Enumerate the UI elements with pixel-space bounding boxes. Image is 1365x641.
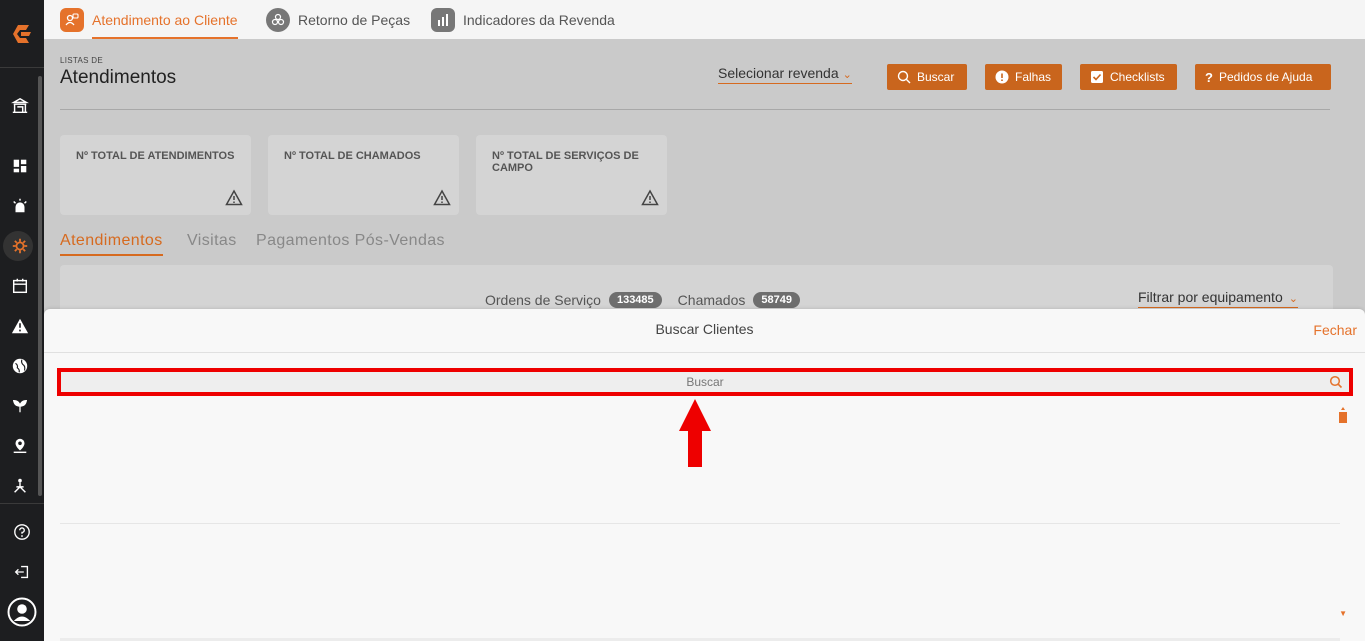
- location-pin-icon: [13, 438, 27, 454]
- calls-badge: 58749: [753, 292, 800, 308]
- chevron-down-icon: ⌄: [842, 69, 852, 81]
- search-clients-modal: Buscar Clientes Fechar ▼: [44, 309, 1365, 641]
- help-icon: [14, 524, 30, 540]
- tab-dealer-indicators[interactable]: Indicadores da Revenda: [431, 0, 615, 39]
- sidebar-item-globe[interactable]: [0, 350, 40, 382]
- logo-icon: [13, 24, 31, 43]
- help-requests-button[interactable]: ? Pedidos de Ajuda: [1195, 64, 1331, 90]
- sidebar-divider: [0, 503, 44, 504]
- service-orders-badge: 133485: [608, 292, 662, 308]
- select-dealer-label: Selecionar revenda: [718, 65, 839, 81]
- modal-title: Buscar Clientes: [655, 321, 754, 337]
- logout-icon: [14, 565, 29, 579]
- search-icon[interactable]: [1329, 375, 1343, 389]
- question-mark-icon: ?: [1205, 69, 1213, 85]
- globe-icon: [12, 358, 28, 374]
- modal-header: Buscar Clientes Fechar: [44, 309, 1365, 353]
- sidebar-item-help[interactable]: [2, 516, 42, 548]
- tab-customer-service[interactable]: Atendimento ao Cliente: [60, 0, 238, 39]
- header-divider: [60, 109, 1330, 110]
- tab-label: Retorno de Peças: [298, 11, 411, 28]
- sidebar-item-network[interactable]: [0, 470, 40, 502]
- scroll-down-arrow-icon[interactable]: ▼: [1339, 609, 1347, 618]
- chevron-down-icon: ⌄: [1288, 293, 1298, 305]
- subtab-pagamentos[interactable]: Pagamentos Pós-Vendas: [256, 232, 445, 250]
- alarm-icon: [13, 198, 27, 213]
- filter-equipment-label: Filtrar por equipamento: [1138, 289, 1283, 305]
- stat-card-label: Nº TOTAL DE SERVIÇOS DE CAMPO: [492, 150, 639, 174]
- support-agent-icon: [60, 7, 84, 32]
- count-row: Ordens de Serviço 133485 Chamados 58749: [485, 292, 800, 308]
- stat-card-label: Nº TOTAL DE ATENDIMENTOS: [76, 150, 235, 162]
- stat-card-total-services: Nº TOTAL DE ATENDIMENTOS: [60, 135, 251, 215]
- sidebar-item-dashboard[interactable]: [0, 150, 40, 182]
- sidebar: [0, 0, 44, 641]
- sidebar-item-calendar[interactable]: [0, 270, 40, 302]
- network-icon: [14, 478, 26, 493]
- search-input[interactable]: [61, 372, 1349, 392]
- arrow-up-icon: [679, 399, 711, 467]
- stat-card-total-field-services: Nº TOTAL DE SERVIÇOS DE CAMPO: [476, 135, 667, 215]
- tab-parts-return[interactable]: Retorno de Peças: [266, 0, 410, 39]
- sidebar-item-alarm[interactable]: [0, 190, 40, 222]
- warning-icon: [641, 189, 659, 206]
- close-button[interactable]: Fechar: [1313, 322, 1357, 338]
- page-title: Atendimentos: [60, 67, 177, 88]
- user-avatar-icon: [7, 597, 37, 627]
- scrollbar-handle[interactable]: [1339, 407, 1347, 425]
- failures-button[interactable]: Falhas: [985, 64, 1062, 90]
- plant-icon: [12, 399, 28, 413]
- sidebar-item-warnings[interactable]: [0, 310, 40, 342]
- tab-label: Atendimento ao Cliente: [92, 11, 238, 28]
- app-logo[interactable]: [0, 0, 44, 68]
- subtab-visitas[interactable]: Visitas: [187, 232, 237, 250]
- bar-chart-icon: [431, 7, 455, 32]
- checklists-button-label: Checklists: [1110, 70, 1165, 84]
- service-orders-label: Ordens de Serviço: [485, 292, 601, 308]
- select-dealer-dropdown[interactable]: Selecionar revenda ⌄: [718, 65, 852, 84]
- tab-label: Indicadores da Revenda: [463, 11, 615, 28]
- parts-icon: [266, 7, 290, 32]
- sidebar-item-logout[interactable]: [2, 556, 42, 588]
- search-button[interactable]: Buscar: [887, 64, 967, 90]
- top-tab-bar: Atendimento ao Cliente Retorno de Peças …: [44, 0, 1365, 39]
- page-subtitle: LISTAS DE: [60, 56, 104, 65]
- search-button-label: Buscar: [917, 70, 955, 84]
- search-field-highlight: [57, 368, 1353, 396]
- filter-equipment-dropdown[interactable]: Filtrar por equipamento ⌄: [1138, 289, 1298, 308]
- calls-label: Chamados: [677, 292, 746, 308]
- alert-circle-icon: [995, 70, 1009, 84]
- checkbox-icon: [1091, 71, 1103, 83]
- sidebar-item-plant[interactable]: [0, 390, 40, 422]
- calendar-icon: [12, 278, 28, 294]
- gear-icon: [12, 238, 28, 254]
- stat-card-total-calls: Nº TOTAL DE CHAMADOS: [268, 135, 459, 215]
- warning-icon: [225, 189, 243, 206]
- sidebar-item-customer-service[interactable]: [0, 230, 40, 262]
- building-icon: [11, 97, 29, 114]
- help-requests-button-label: Pedidos de Ajuda: [1218, 70, 1313, 84]
- warning-icon: [433, 189, 451, 206]
- dashboard-icon: [13, 159, 27, 173]
- sidebar-item-location[interactable]: [0, 430, 40, 462]
- subtab-atendimentos[interactable]: Atendimentos: [60, 232, 163, 256]
- checklists-button[interactable]: Checklists: [1080, 64, 1177, 90]
- sidebar-item-dealer[interactable]: [0, 90, 40, 122]
- sidebar-item-profile[interactable]: [2, 594, 42, 630]
- stat-card-label: Nº TOTAL DE CHAMADOS: [284, 150, 421, 162]
- warning-icon: [11, 318, 29, 334]
- search-icon: [897, 70, 911, 84]
- modal-divider: [60, 523, 1340, 524]
- failures-button-label: Falhas: [1015, 70, 1052, 84]
